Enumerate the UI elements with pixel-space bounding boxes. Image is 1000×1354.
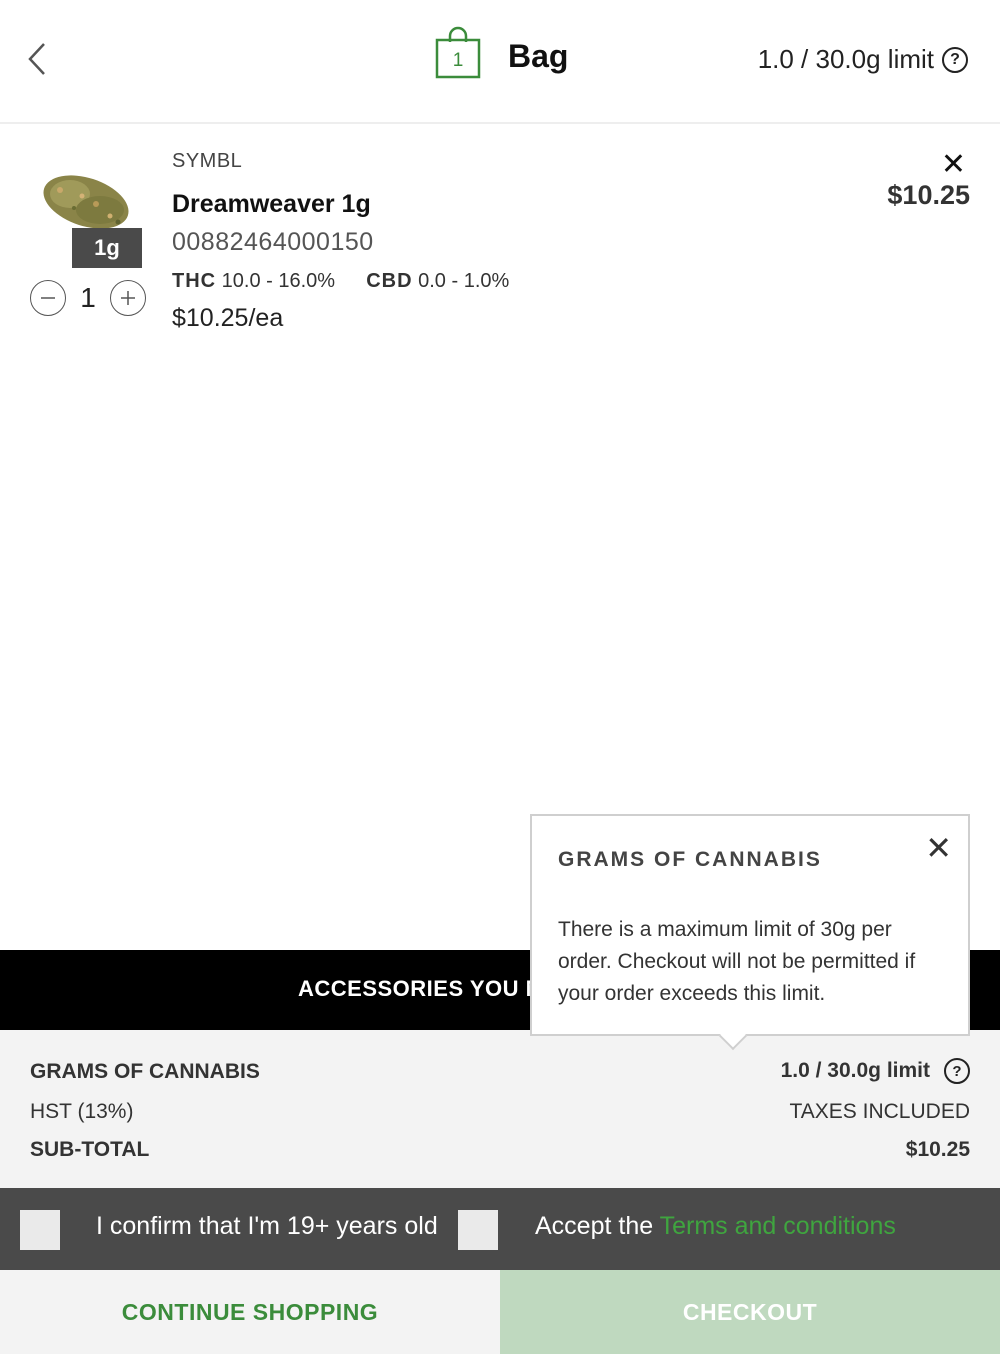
minus-icon[interactable] bbox=[38, 288, 58, 308]
plus-icon[interactable] bbox=[118, 288, 138, 308]
quantity-stepper: 1 bbox=[30, 280, 146, 316]
age-confirm-checkbox[interactable] bbox=[20, 1210, 60, 1250]
chevron-left-icon[interactable] bbox=[22, 38, 58, 80]
terms-link[interactable]: Terms and conditions bbox=[660, 1212, 896, 1240]
line-price: $10.25 bbox=[887, 180, 970, 210]
product-sku: 00882464000150 bbox=[172, 228, 374, 256]
grams-limit-indicator[interactable]: 1.0 / 30.0g limit ? bbox=[781, 1058, 970, 1084]
thc-label: THC bbox=[172, 270, 217, 292]
terms-label: Accept the Terms and conditions bbox=[535, 1212, 896, 1241]
decrease-quantity-button[interactable] bbox=[30, 280, 66, 316]
close-icon[interactable]: ✕ bbox=[941, 148, 966, 181]
tooltip-body: There is a maximum limit of 30g per orde… bbox=[558, 918, 916, 1005]
checkout-button[interactable]: CHECKOUT bbox=[500, 1270, 1000, 1354]
potency-info: THC 10.0 - 16.0% CBD 0.0 - 1.0% bbox=[172, 270, 509, 293]
terms-checkbox[interactable] bbox=[458, 1210, 498, 1250]
tax-value: TAXES INCLUDED bbox=[789, 1100, 970, 1123]
quantity-value: 1 bbox=[80, 282, 96, 313]
grams-label: GRAMS OF CANNABIS bbox=[30, 1060, 260, 1083]
limit-indicator[interactable]: 1.0 / 30.0g limit ? bbox=[758, 44, 968, 75]
unit-price: $10.25/ea bbox=[172, 304, 284, 332]
size-badge: 1g bbox=[72, 228, 142, 268]
cbd-value: 0.0 - 1.0% bbox=[418, 270, 510, 292]
age-confirm-label: I confirm that I'm 19+ years old bbox=[96, 1212, 438, 1240]
thc-value: 10.0 - 16.0% bbox=[221, 270, 336, 292]
confirmation-bar: I confirm that I'm 19+ years old Accept … bbox=[0, 1188, 1000, 1270]
cbd-label: CBD bbox=[366, 270, 413, 292]
subtotal-value: $10.25 bbox=[905, 1138, 970, 1161]
grams-tooltip: GRAMS OF CANNABIS ✕ There is a maximum l… bbox=[530, 814, 970, 1036]
bag-count: 1 bbox=[452, 50, 464, 71]
remove-item-button[interactable]: ✕ bbox=[941, 150, 966, 180]
accessories-label: ACCESSORIES YOU M bbox=[298, 976, 545, 1001]
help-icon[interactable]: ? bbox=[944, 1058, 970, 1084]
close-icon[interactable]: ✕ bbox=[925, 830, 952, 866]
page-title: Bag bbox=[508, 38, 569, 74]
back-button[interactable] bbox=[22, 38, 58, 80]
tooltip-title: GRAMS OF CANNABIS bbox=[558, 848, 822, 871]
subtotal-label: SUB-TOTAL bbox=[30, 1138, 150, 1161]
order-summary: GRAMS OF CANNABIS 1.0 / 30.0g limit ? HS… bbox=[0, 1030, 1000, 1188]
tooltip-close-button[interactable]: ✕ bbox=[925, 832, 952, 864]
tax-label: HST (13%) bbox=[30, 1100, 134, 1123]
limit-text: 1.0 / 30.0g limit bbox=[757, 44, 934, 74]
accept-prefix: Accept the bbox=[535, 1212, 660, 1240]
help-icon[interactable]: ? bbox=[942, 46, 968, 73]
product-brand: SYMBL bbox=[172, 150, 243, 172]
product-name[interactable]: Dreamweaver 1g bbox=[172, 190, 371, 219]
continue-shopping-button[interactable]: CONTINUE SHOPPING bbox=[0, 1270, 500, 1354]
increase-quantity-button[interactable] bbox=[110, 280, 146, 316]
header: 1 Bag 1.0 / 30.0g limit ? bbox=[0, 0, 1000, 124]
grams-value: 1.0 / 30.0g limit bbox=[780, 1059, 930, 1082]
